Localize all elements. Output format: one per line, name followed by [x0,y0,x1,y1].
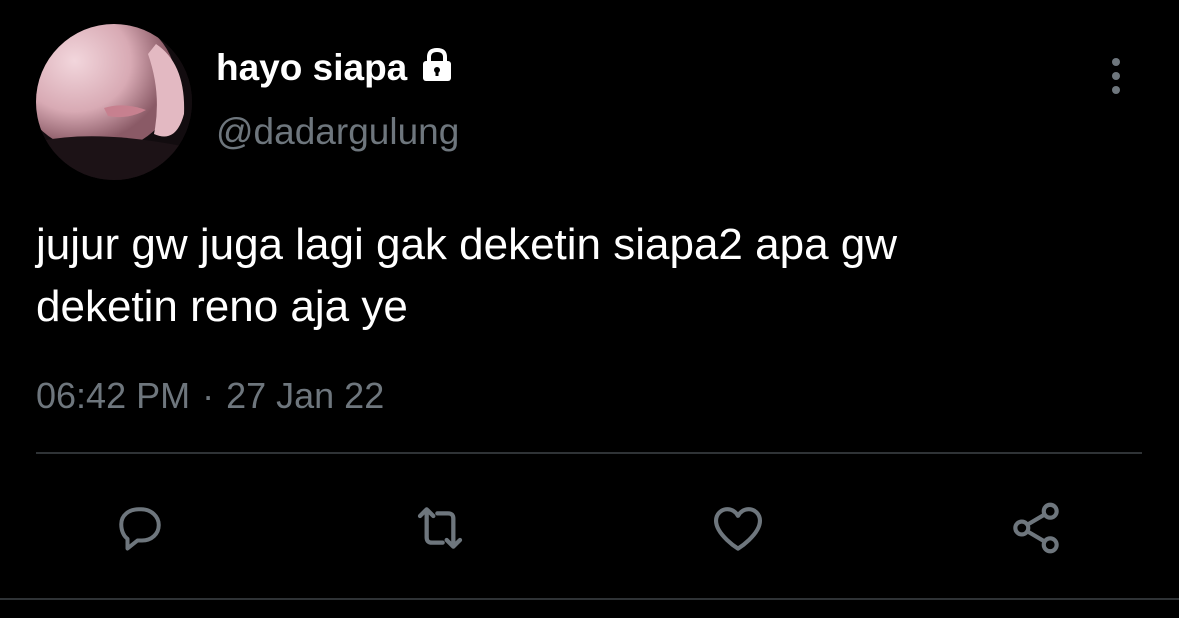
share-icon [1013,502,1059,554]
author-handle[interactable]: @dadargulung [216,108,459,156]
tweet-date: 27 Jan 22 [226,375,385,416]
avatar-photo [36,24,192,180]
more-vertical-icon [1112,58,1120,94]
tweet-detail: hayo siapa @dadargulung jujur gw juga la… [0,0,1179,618]
display-name[interactable]: hayo siapa [216,44,407,92]
meta-separator: · [202,375,215,416]
tweet-timestamp[interactable]: 06:42 PM · 27 Jan 22 [36,372,384,420]
retweet-icon [417,507,463,549]
heart-icon [713,507,763,551]
divider [0,598,1179,600]
tweet-time: 06:42 PM [36,375,191,416]
like-button[interactable] [704,494,772,562]
retweet-button[interactable] [406,494,474,562]
lock-icon [423,47,452,81]
divider [36,452,1142,454]
reply-icon [119,507,161,551]
reply-button[interactable] [106,494,174,562]
more-options-button[interactable] [1094,52,1138,100]
share-button[interactable] [1002,494,1070,562]
avatar[interactable] [36,24,192,180]
tweet-text: jujur gw juga lagi gak deketin siapa2 ap… [36,220,898,331]
author-name-row: hayo siapa [216,44,457,92]
